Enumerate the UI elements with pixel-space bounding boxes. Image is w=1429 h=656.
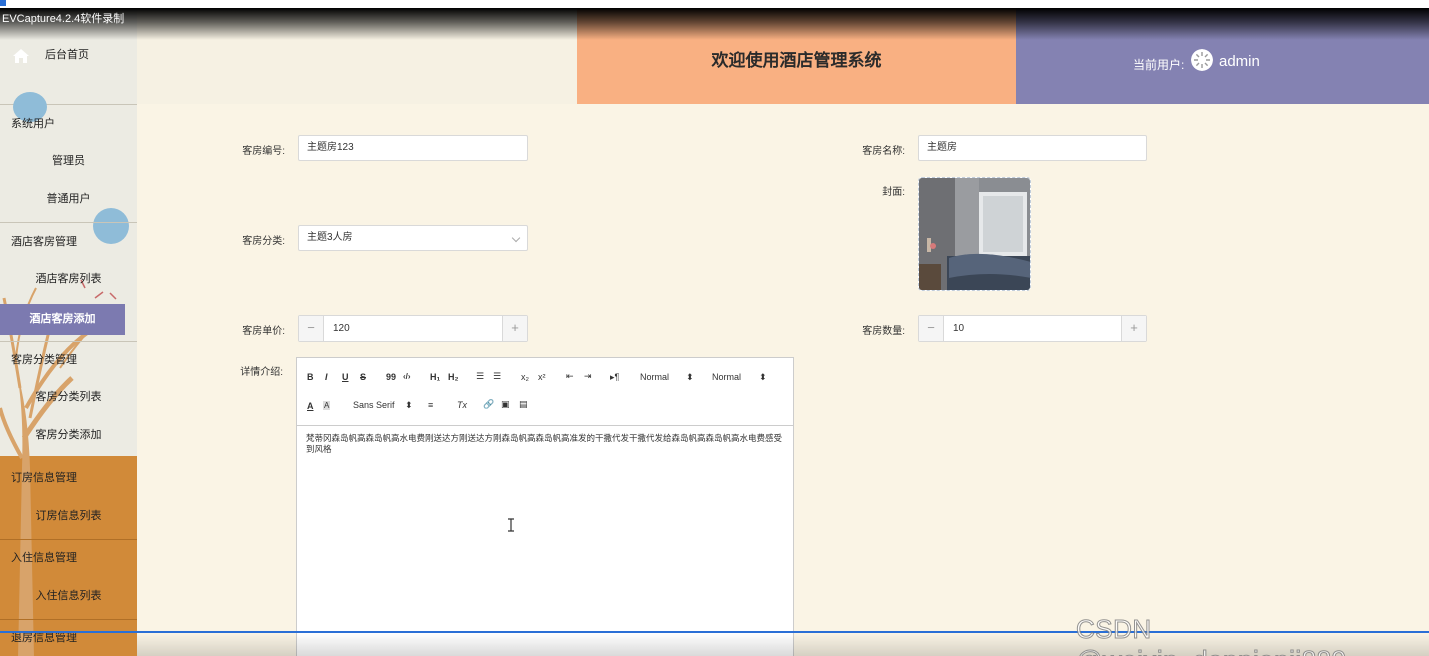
room-name-input[interactable]: 主题房: [918, 135, 1147, 161]
page-title: 欢迎使用酒店管理系统: [711, 51, 882, 70]
unit-price-value[interactable]: 120: [333, 316, 350, 341]
header-user-panel: 当前用户: admin: [1016, 8, 1429, 104]
text-direction-button[interactable]: ▸¶: [610, 372, 619, 383]
room-count-label: 客房数量:: [862, 326, 905, 337]
avatar[interactable]: [1191, 49, 1213, 71]
details-label: 详情介绍:: [240, 367, 283, 378]
room-count-increase-button[interactable]: +: [1121, 316, 1146, 341]
room-add-form: 客房编号: 主题房123 客房名称: 主题房 封面: 客房分类: 主题3人房 客…: [137, 104, 1429, 656]
room-name-label: 客房名称:: [862, 146, 905, 157]
font-select[interactable]: Sans Serif: [353, 400, 395, 410]
align-button[interactable]: ≡: [428, 400, 433, 410]
sidebar-group-room-management[interactable]: 酒店客房管理: [0, 223, 137, 261]
room-category-label: 客房分类:: [242, 236, 285, 247]
header-select[interactable]: Normal: [712, 372, 741, 382]
strike-button[interactable]: S: [360, 372, 366, 382]
sidebar-group-system-users[interactable]: 系统用户: [0, 105, 137, 143]
text-cursor-icon: [508, 518, 514, 532]
room-no-label: 客房编号:: [242, 146, 285, 157]
sidebar-item-checkin-list[interactable]: 入住信息列表: [0, 577, 137, 615]
rich-text-editor: B I U S 99 ‹/› H₁ H₂ ☰ ☰ x₂ x² ⇤ ⇥ ▸¶ No…: [296, 357, 794, 656]
clean-format-button[interactable]: Tx: [457, 400, 467, 410]
outdent-button[interactable]: ⇤: [566, 371, 574, 382]
sidebar-group-checkout-management[interactable]: 退房信息管理: [0, 619, 137, 656]
video-button[interactable]: ▤: [519, 399, 528, 410]
header2-button[interactable]: H₂: [448, 372, 459, 382]
bold-button[interactable]: B: [307, 372, 314, 382]
code-block-button[interactable]: ‹/›: [403, 372, 411, 381]
header-title-panel: 欢迎使用酒店管理系统: [577, 8, 1016, 104]
chevron-down-icon: [511, 233, 521, 243]
image-button[interactable]: ▣: [501, 399, 510, 410]
sidebar-group-category-management[interactable]: 客房分类管理: [0, 341, 137, 379]
background-color-button[interactable]: A: [323, 401, 331, 410]
sidebar-item-booking-list[interactable]: 订房信息列表: [0, 497, 137, 535]
recorder-top-strip: [0, 0, 1429, 8]
sidebar-item-room-add[interactable]: 酒店客房添加: [0, 304, 125, 335]
csdn-watermark: CSDN @weixin_danpianji889: [1076, 614, 1347, 656]
sidebar-item-normal-user[interactable]: 普通用户: [0, 180, 137, 218]
chevron-updown-icon: ⬍: [686, 372, 694, 382]
italic-button[interactable]: I: [325, 372, 328, 382]
blockquote-button[interactable]: 99: [386, 372, 396, 382]
superscript-button[interactable]: x²: [538, 372, 546, 382]
room-category-select[interactable]: 主题3人房: [298, 225, 528, 251]
unit-price-decrease-button[interactable]: −: [299, 316, 324, 341]
cover-label: 封面:: [882, 187, 905, 198]
recorder-title: EVCapture4.2.4软件录制: [2, 13, 125, 25]
sidebar-group-booking-management[interactable]: 订房信息管理: [0, 459, 137, 497]
room-category-value: 主题3人房: [307, 232, 353, 243]
sidebar-item-room-list[interactable]: 酒店客房列表: [0, 260, 137, 298]
font-color-button[interactable]: A: [307, 401, 314, 411]
chevron-updown-icon: ⬍: [405, 400, 413, 410]
sidebar-item-home[interactable]: 后台首页: [0, 36, 137, 74]
current-user-name[interactable]: admin: [1219, 53, 1260, 70]
subscript-button[interactable]: x₂: [521, 372, 529, 382]
sidebar-item-category-list[interactable]: 客房分类列表: [0, 378, 137, 416]
room-count-stepper[interactable]: − 10 +: [918, 315, 1147, 342]
room-count-value[interactable]: 10: [953, 316, 964, 341]
size-select[interactable]: Normal: [640, 372, 669, 382]
editor-toolbar: B I U S 99 ‹/› H₁ H₂ ☰ ☰ x₂ x² ⇤ ⇥ ▸¶ No…: [297, 358, 793, 426]
room-no-input[interactable]: 主题房123: [298, 135, 528, 161]
chevron-updown-icon: ⬍: [759, 372, 767, 382]
indent-button[interactable]: ⇥: [584, 371, 592, 382]
unit-price-label: 客房单价:: [242, 326, 285, 337]
room-count-decrease-button[interactable]: −: [919, 316, 944, 341]
editor-content[interactable]: 梵蒂冈森岛帆高森岛帆高水电费刚送达方刚送达方刚森岛帆高森岛帆高准发的干撒代发干撒…: [306, 433, 786, 455]
unit-price-increase-button[interactable]: +: [502, 316, 527, 341]
cover-image: [919, 178, 1030, 290]
sidebar: 后台首页 系统用户 管理员 普通用户 酒店客房管理 酒店客房列表 酒店客房添加 …: [0, 8, 137, 656]
link-button[interactable]: 🔗: [483, 399, 494, 410]
recorder-icon: [0, 0, 6, 6]
unit-price-stepper[interactable]: − 120 +: [298, 315, 528, 342]
sidebar-item-admin[interactable]: 管理员: [0, 142, 137, 180]
current-user-label: 当前用户:: [1133, 58, 1185, 72]
ordered-list-button[interactable]: ☰: [476, 371, 484, 382]
underline-button[interactable]: U: [342, 372, 349, 382]
bullet-list-button[interactable]: ☰: [493, 371, 501, 382]
cover-upload[interactable]: [918, 177, 1031, 291]
sidebar-group-checkin-management[interactable]: 入住信息管理: [0, 539, 137, 577]
sidebar-item-category-add[interactable]: 客房分类添加: [0, 416, 137, 454]
header1-button[interactable]: H₁: [430, 372, 440, 382]
